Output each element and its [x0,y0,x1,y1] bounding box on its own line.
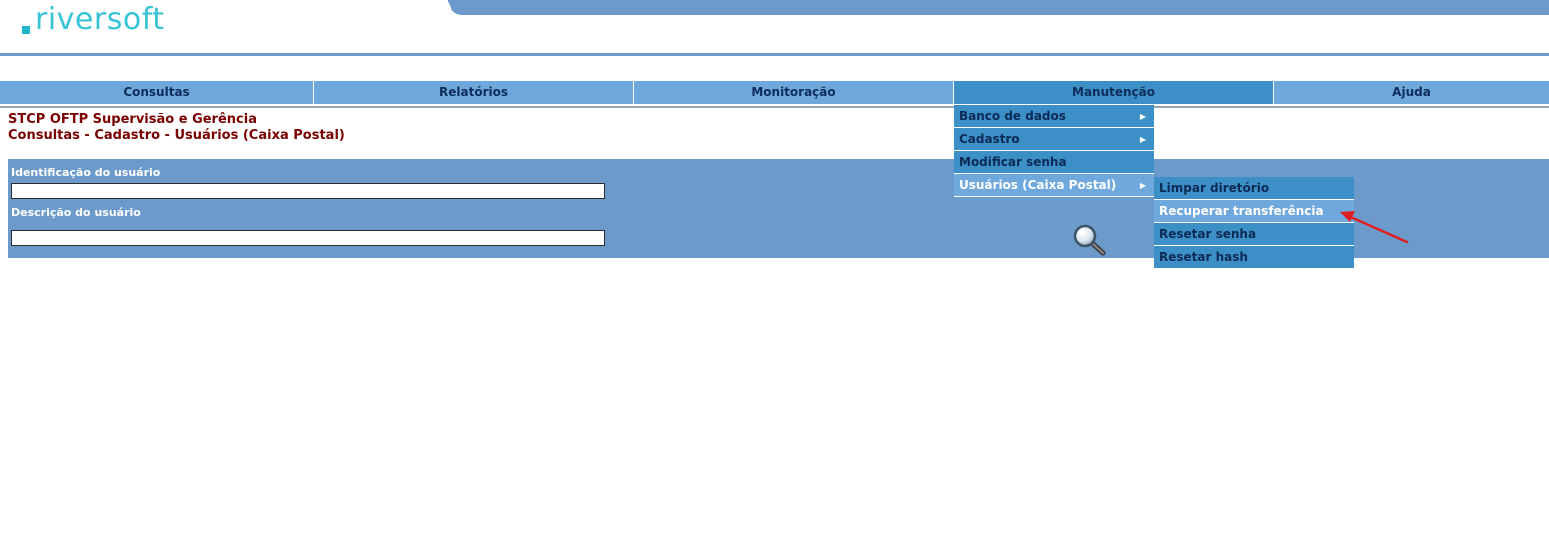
logo-text: riversoft [35,2,165,37]
search-button[interactable] [1070,222,1108,256]
menu-item-label: Banco de dados [959,109,1066,123]
nav-underline [0,106,1549,108]
nav-ajuda[interactable]: Ajuda [1274,81,1549,104]
logo-square-icon [22,26,30,34]
header-top-band [444,0,1549,15]
menu-item-label: Modificar senha [959,155,1067,169]
submenu-item-limpar-diretorio[interactable]: Limpar diretório [1154,177,1354,200]
menu-item-modificar-senha[interactable]: Modificar senha [954,151,1154,174]
menu-item-cadastro[interactable]: Cadastro ▶ [954,128,1154,151]
magnifier-icon [1073,224,1106,256]
user-desc-label: Descrição do usuário [11,206,141,219]
riversoft-logo: riversoft [22,0,165,40]
menu-item-label: Cadastro [959,132,1020,146]
submenu-item-resetar-hash[interactable]: Resetar hash [1154,246,1354,269]
user-desc-input[interactable] [11,230,605,246]
page-title-breadcrumb: Consultas - Cadastro - Usuários (Caixa P… [8,128,345,143]
page-title-system: STCP OFTP Supervisão e Gerência [8,112,257,127]
nav-monitoracao[interactable]: Monitoração [634,81,954,104]
user-id-label: Identificação do usuário [11,166,161,179]
menu-item-usuarios-caixa-postal[interactable]: Usuários (Caixa Postal) ▶ [954,174,1154,197]
nav-manutencao[interactable]: Manutenção [954,81,1274,104]
triangle-right-icon: ▶ [1139,112,1146,121]
annotation-arrow-icon [1340,211,1409,244]
triangle-right-icon: ▶ [1139,181,1146,190]
submenu-item-recuperar-transferencia[interactable]: Recuperar transferência [1154,200,1354,223]
page-header: riversoft [0,0,1549,58]
usuarios-submenu: Limpar diretório Recuperar transferência… [1154,177,1354,269]
submenu-item-resetar-senha[interactable]: Resetar senha [1154,223,1354,246]
menu-item-banco-de-dados[interactable]: Banco de dados ▶ [954,105,1154,128]
header-divider [0,53,1549,56]
triangle-right-icon: ▶ [1139,135,1146,144]
nav-relatorios[interactable]: Relatórios [314,81,634,104]
menu-item-label: Usuários (Caixa Postal) [959,178,1117,192]
manutencao-dropdown: Banco de dados ▶ Cadastro ▶ Modificar se… [954,105,1154,197]
main-nav: Consultas Relatórios Monitoração Manuten… [0,81,1549,104]
user-id-input[interactable] [11,183,605,199]
nav-consultas[interactable]: Consultas [0,81,314,104]
page-title: STCP OFTP Supervisão e Gerência Consulta… [8,112,345,144]
